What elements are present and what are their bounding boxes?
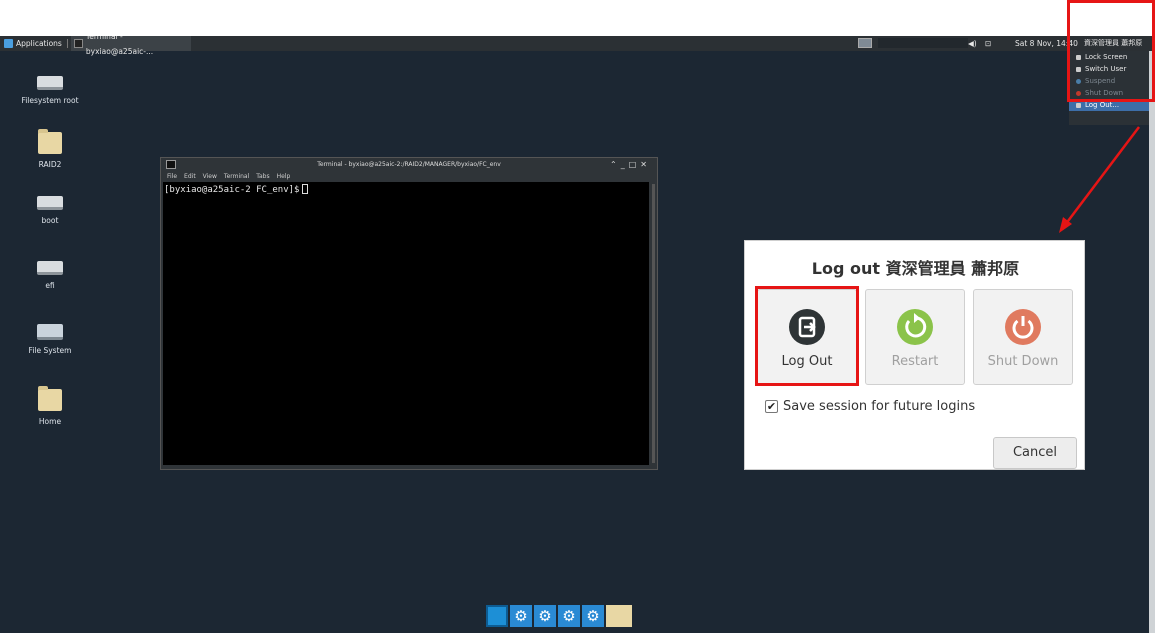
desktop-icon-home[interactable]: Home xyxy=(5,386,95,426)
top-panel: Applications Terminal - byxiao@a25aic-..… xyxy=(0,36,1155,56)
volume-icon[interactable]: ◀) xyxy=(968,36,977,51)
restart-icon xyxy=(897,309,933,345)
save-session-checkbox[interactable]: ✔ Save session for future logins xyxy=(765,399,975,414)
desktop-icon-label: File System xyxy=(28,346,72,355)
desktop-icon-label: efi xyxy=(45,281,55,290)
dock-settings-icon[interactable]: ⚙ xyxy=(534,605,556,627)
minimize-icon[interactable]: _ xyxy=(621,160,629,169)
terminal-prompt: [byxiao@a25aic-2 FC_env]$ xyxy=(164,185,300,195)
taskbar-terminal-label: Terminal - byxiao@a25aic-... xyxy=(85,36,154,56)
desktop-icon-boot[interactable]: boot xyxy=(5,196,95,225)
dock-settings-icon[interactable]: ⚙ xyxy=(558,605,580,627)
dock-settings-icon[interactable]: ⚙ xyxy=(510,605,532,627)
shut-down-label: Shut Down xyxy=(987,354,1059,369)
desktop-icon-file-system[interactable]: File System xyxy=(5,324,95,355)
applications-icon xyxy=(4,39,13,48)
terminal-window[interactable]: Terminal - byxiao@a25aic-2:/RAID2/MANAGE… xyxy=(160,157,658,470)
applications-menu-button[interactable]: Applications xyxy=(4,36,62,51)
terminal-title: Terminal - byxiao@a25aic-2:/RAID2/MANAGE… xyxy=(317,161,501,168)
cancel-button[interactable]: Cancel xyxy=(993,437,1077,469)
desktop-icon-filesystem-root[interactable]: Filesystem root xyxy=(5,76,95,105)
folder-icon xyxy=(38,129,62,154)
window-controls[interactable]: ⌃_□✕ xyxy=(610,158,651,172)
dock-folder-icon[interactable] xyxy=(606,605,632,627)
menu-help[interactable]: Help xyxy=(277,172,291,181)
desktop-icon-raid2[interactable]: RAID2 xyxy=(5,129,95,169)
drive-icon xyxy=(37,261,63,275)
terminal-icon xyxy=(74,39,83,48)
restart-label: Restart xyxy=(891,354,939,369)
terminal-scrollbar[interactable] xyxy=(652,184,655,463)
terminal-cursor xyxy=(302,184,309,194)
workspace-switcher[interactable] xyxy=(878,38,968,48)
terminal-titlebar[interactable]: Terminal - byxiao@a25aic-2:/RAID2/MANAGE… xyxy=(161,158,657,172)
power-icon xyxy=(1005,309,1041,345)
callout-arrow xyxy=(1059,126,1140,233)
dock-settings-icon[interactable]: ⚙ xyxy=(582,605,604,627)
menu-tabs[interactable]: Tabs xyxy=(256,172,269,181)
screen-scrollbar[interactable] xyxy=(1149,51,1155,633)
menu-edit[interactable]: Edit xyxy=(184,172,196,181)
desktop-icon-efi[interactable]: efi xyxy=(5,261,95,290)
dock: ⚙ ⚙ ⚙ ⚙ xyxy=(486,605,632,627)
save-session-label: Save session for future logins xyxy=(783,399,976,414)
desktop-icon-label: Filesystem root xyxy=(21,96,79,105)
restart-button[interactable]: Restart xyxy=(865,289,965,385)
terminal-output[interactable]: [byxiao@a25aic-2 FC_env]$ xyxy=(163,182,649,465)
panel-separator xyxy=(67,39,68,48)
menu-view[interactable]: View xyxy=(203,172,217,181)
highlight-user-menu xyxy=(1067,0,1155,102)
workspace-1-button[interactable] xyxy=(858,38,872,48)
close-icon[interactable]: ✕ xyxy=(640,160,651,169)
menu-file[interactable]: File xyxy=(167,172,177,181)
drive-icon xyxy=(37,196,63,210)
shut-down-button[interactable]: Shut Down xyxy=(973,289,1073,385)
desktop-icon-label: RAID2 xyxy=(38,160,62,169)
highlight-logout-button xyxy=(755,286,859,386)
network-icon[interactable]: ⊡ xyxy=(985,36,991,51)
maximize-icon[interactable]: ⌃ xyxy=(610,160,621,169)
dialog-title: Log out 資深管理員 蕭邦原 xyxy=(811,259,1020,278)
desktop-icon-label: boot xyxy=(41,216,59,225)
logout-icon xyxy=(1076,102,1081,108)
folder-icon xyxy=(38,386,62,411)
terminal-menubar: File Edit View Terminal Tabs Help xyxy=(161,172,657,181)
restore-icon[interactable]: □ xyxy=(629,160,641,169)
drive-icon xyxy=(37,76,63,90)
drive-icon xyxy=(37,324,63,340)
applications-label: Applications xyxy=(16,39,62,48)
checkmark-icon[interactable]: ✔ xyxy=(765,400,778,413)
taskbar-terminal-button[interactable]: Terminal - byxiao@a25aic-... xyxy=(71,36,191,56)
menu-terminal[interactable]: Terminal xyxy=(224,172,249,181)
dock-terminal-icon[interactable] xyxy=(486,605,508,627)
desktop-icon-label: Home xyxy=(38,417,62,426)
